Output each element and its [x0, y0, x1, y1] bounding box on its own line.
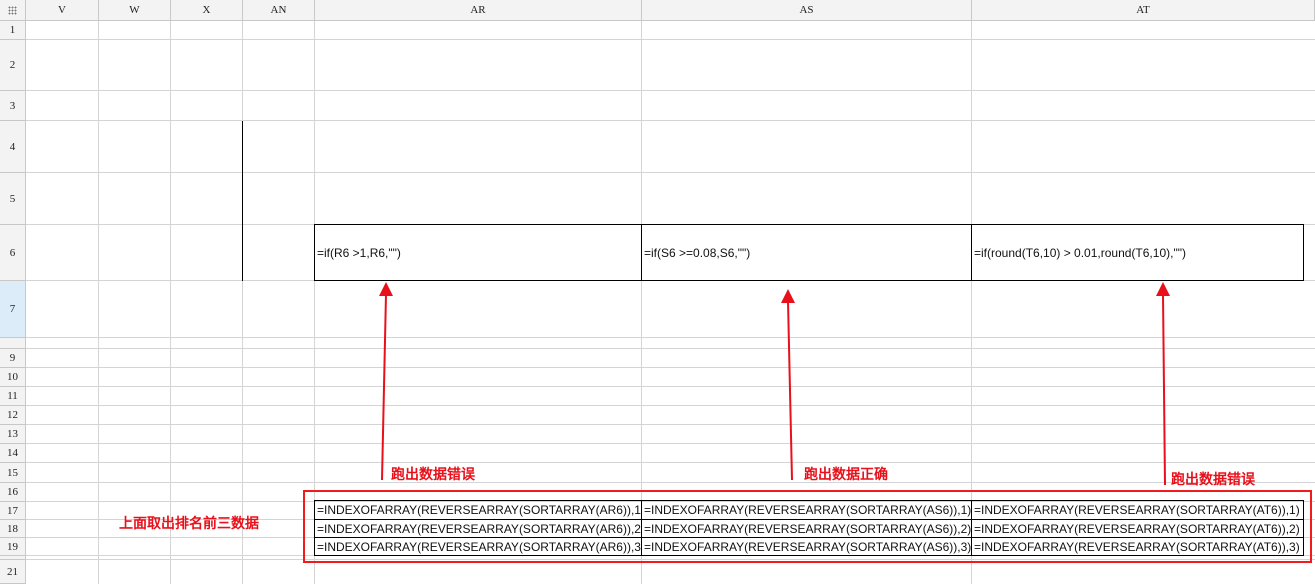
annotation-as: 跑出数据正确: [804, 467, 888, 483]
cell-ar6[interactable]: =if(R6 >1,R6,""): [314, 224, 642, 281]
gridline: [26, 337, 1315, 338]
row-header-1[interactable]: 1: [0, 21, 26, 40]
row-header-14[interactable]: 14: [0, 444, 26, 463]
annotation-ar: 跑出数据错误: [391, 467, 475, 483]
arrow-head-at: [1156, 282, 1170, 296]
cell-at18[interactable]: =INDEXOFARRAY(REVERSEARRAY(SORTARRAY(AT6…: [971, 519, 1304, 538]
row-header-4[interactable]: 4: [0, 121, 26, 173]
row-header-hidden-8: [0, 338, 26, 349]
select-all-corner[interactable]: [0, 0, 26, 21]
row-header-21[interactable]: 21: [0, 560, 26, 584]
spreadsheet: V W X AN AR AS AT 1 2 3 4 5 6 7 9 10 11 …: [0, 0, 1315, 584]
gridline: [26, 348, 1315, 349]
grid-icon: [8, 6, 17, 15]
gridline: [26, 424, 1315, 425]
arrow-line-as: [787, 300, 793, 481]
column-header-v[interactable]: V: [26, 0, 99, 21]
cell-ar19[interactable]: =INDEXOFARRAY(REVERSEARRAY(SORTARRAY(AR6…: [314, 537, 642, 556]
cell-ar18[interactable]: =INDEXOFARRAY(REVERSEARRAY(SORTARRAY(AR6…: [314, 519, 642, 538]
column-header-w[interactable]: W: [99, 0, 171, 21]
column-header-x[interactable]: X: [171, 0, 243, 21]
row-header-9[interactable]: 9: [0, 349, 26, 368]
row-header-2[interactable]: 2: [0, 40, 26, 91]
row-header-6[interactable]: 6: [0, 225, 26, 281]
column-header-ar[interactable]: AR: [315, 0, 642, 21]
gridline: [242, 21, 243, 584]
gridline: [26, 462, 1315, 463]
cell-border-an: [242, 121, 243, 281]
arrow-head-ar: [379, 282, 393, 296]
gridline: [170, 21, 171, 584]
cell-as19[interactable]: =INDEXOFARRAY(REVERSEARRAY(SORTARRAY(AS6…: [641, 537, 972, 556]
row-header-13[interactable]: 13: [0, 425, 26, 444]
gridline: [26, 559, 1315, 560]
cell-as6[interactable]: =if(S6 >=0.08,S6,""): [641, 224, 972, 281]
gridline: [98, 21, 99, 584]
cell-at6[interactable]: =if(round(T6,10) > 0.01,round(T6,10),""): [971, 224, 1304, 281]
cell-as18[interactable]: =INDEXOFARRAY(REVERSEARRAY(SORTARRAY(AS6…: [641, 519, 972, 538]
cell-ar17[interactable]: =INDEXOFARRAY(REVERSEARRAY(SORTARRAY(AR6…: [314, 500, 642, 520]
row-header-19[interactable]: 19: [0, 538, 26, 556]
gridline: [26, 367, 1315, 368]
arrow-line-at: [1162, 293, 1166, 486]
cell-at19[interactable]: =INDEXOFARRAY(REVERSEARRAY(SORTARRAY(AT6…: [971, 537, 1304, 556]
column-header-an[interactable]: AN: [243, 0, 315, 21]
gridline: [26, 443, 1315, 444]
gridline: [26, 386, 1315, 387]
gridline: [26, 39, 1315, 40]
row-header-12[interactable]: 12: [0, 406, 26, 425]
cell-as17[interactable]: =INDEXOFARRAY(REVERSEARRAY(SORTARRAY(AS6…: [641, 500, 972, 520]
gridline: [26, 172, 1315, 173]
row-header-16[interactable]: 16: [0, 483, 26, 502]
annotation-arrows: [379, 282, 1170, 486]
annotation-summary: 上面取出排名前三数据: [119, 516, 259, 532]
gridline: [26, 405, 1315, 406]
arrow-head-as: [781, 289, 795, 303]
row-header-10[interactable]: 10: [0, 368, 26, 387]
column-header-at[interactable]: AT: [972, 0, 1315, 21]
gridline: [26, 90, 1315, 91]
row-header-5[interactable]: 5: [0, 173, 26, 225]
row-header-15[interactable]: 15: [0, 463, 26, 483]
row-header-18[interactable]: 18: [0, 520, 26, 538]
row-header-7[interactable]: 7: [0, 281, 26, 338]
arrow-line-ar: [381, 293, 387, 481]
row-header-17[interactable]: 17: [0, 502, 26, 520]
row-header-11[interactable]: 11: [0, 387, 26, 406]
row-header-3[interactable]: 3: [0, 91, 26, 121]
annotation-at: 跑出数据错误: [1171, 472, 1255, 488]
gridline: [26, 482, 1315, 483]
column-header-as[interactable]: AS: [642, 0, 972, 21]
gridline: [26, 120, 1315, 121]
cell-at17[interactable]: =INDEXOFARRAY(REVERSEARRAY(SORTARRAY(AT6…: [971, 500, 1304, 520]
